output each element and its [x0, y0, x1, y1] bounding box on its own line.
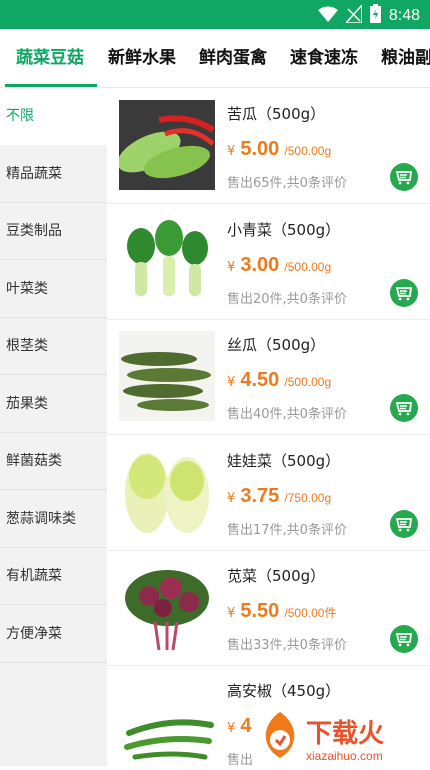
sidebar-item-bean-products[interactable]: 豆类制品 [0, 203, 107, 260]
add-to-cart-button[interactable] [390, 279, 418, 307]
price-value: 3.00 [240, 254, 280, 276]
cart-icon [395, 402, 413, 416]
tab-fruits[interactable]: 新鲜水果 [108, 43, 176, 68]
product-name: 苋菜（500g） [227, 567, 326, 585]
product-name: 丝瓜（500g） [227, 336, 326, 354]
product-name: 苦瓜（500g） [227, 105, 326, 123]
sales-info: 售出17件,共0条评价 [227, 523, 347, 538]
sidebar-item-mushrooms[interactable]: 鲜菌菇类 [0, 433, 107, 490]
svg-text:xiazaihuo.com: xiazaihuo.com [306, 749, 383, 763]
product-name: 高安椒（450g） [227, 682, 341, 700]
currency-symbol: ¥ [227, 375, 236, 390]
cart-icon [395, 171, 413, 185]
sales-info: 售出40件,共0条评价 [227, 407, 347, 422]
price-value: 3.75 [240, 485, 280, 507]
product-price: ¥ 3.00 /500.00g [227, 254, 331, 277]
sidebar-item-all[interactable]: 不限 [0, 88, 107, 145]
currency-symbol: ¥ [227, 606, 236, 621]
product-image-baby-cabbage [119, 447, 215, 537]
price-unit: /500.00g [284, 144, 332, 158]
product-item[interactable]: 苋菜（500g） ¥ 5.50 /500.00件 售出33件,共0条评价 [107, 550, 430, 666]
product-image-bok-choy [119, 216, 215, 306]
signal-icon [344, 2, 363, 27]
add-to-cart-button[interactable] [390, 163, 418, 191]
status-time: 8:48 [388, 6, 420, 24]
product-item[interactable]: 丝瓜（500g） ¥ 4.50 /500.00g 售出40件,共0条评价 [107, 319, 430, 435]
product-name: 小青菜（500g） [227, 221, 341, 239]
sidebar-item-root[interactable]: 根茎类 [0, 318, 107, 375]
product-item[interactable]: 小青菜（500g） ¥ 3.00 /500.00g 售出20件,共0条评价 [107, 204, 430, 320]
price-unit: /500.00件 [284, 606, 337, 620]
price-value: 5.50 [240, 600, 280, 622]
battery-icon [369, 4, 381, 27]
product-image-bitter-melon [117, 100, 215, 190]
cart-icon [395, 633, 413, 647]
active-tab-indicator [5, 84, 97, 87]
price-value: 5.00 [240, 138, 280, 160]
product-price: ¥ 3.75 /750.00g [227, 485, 331, 508]
product-price: ¥ 5.00 /500.00g [227, 138, 331, 161]
svg-text:下载火: 下载火 [306, 719, 384, 749]
currency-symbol: ¥ [227, 491, 236, 506]
product-list: 苦瓜（500g） ¥ 5.00 /500.00g 售出65件,共0条评价 小青菜… [107, 88, 430, 766]
tab-frozen-food[interactable]: 速食速冻 [290, 43, 358, 68]
product-item[interactable]: 娃娃菜（500g） ¥ 3.75 /750.00g 售出17件,共0条评价 [107, 435, 430, 551]
wifi-icon [317, 6, 338, 26]
product-image-green-pepper [119, 677, 215, 766]
tab-meat-eggs[interactable]: 鲜肉蛋禽 [199, 43, 267, 68]
tab-vegetables[interactable]: 蔬菜豆菇 [16, 43, 84, 68]
add-to-cart-button[interactable] [390, 394, 418, 422]
price-value: 4 [240, 715, 252, 737]
product-image-loofah [119, 331, 215, 421]
price-unit: /500.00g [284, 375, 332, 389]
product-name: 娃娃菜（500g） [227, 452, 341, 470]
product-price: ¥ 5.50 /500.00件 [227, 600, 336, 623]
product-price: ¥ 4 [227, 715, 252, 738]
product-image-amaranth [119, 562, 215, 652]
tab-grain-oil[interactable]: 粮油副 [381, 43, 430, 68]
sidebar-item-fruit-veg[interactable]: 茄果类 [0, 376, 107, 433]
product-item[interactable]: 苦瓜（500g） ¥ 5.00 /500.00g 售出65件,共0条评价 [107, 88, 430, 204]
sidebar-item-ready-cut[interactable]: 方便净菜 [0, 606, 107, 663]
sidebar-item-organic[interactable]: 有机蔬菜 [0, 548, 107, 605]
sidebar-item-leafy[interactable]: 叶菜类 [0, 261, 107, 318]
add-to-cart-button[interactable] [390, 510, 418, 538]
price-value: 4.50 [240, 369, 280, 391]
watermark-logo: 下载火 xiazaihuo.com [252, 706, 430, 766]
sales-info: 售出 [227, 753, 254, 766]
sidebar-item-seasoning[interactable]: 葱蒜调味类 [0, 491, 107, 548]
price-unit: /500.00g [284, 260, 332, 274]
currency-symbol: ¥ [227, 144, 236, 159]
sales-info: 售出33件,共0条评价 [227, 638, 347, 653]
price-unit: /750.00g [284, 491, 332, 505]
sales-info: 售出65件,共0条评价 [227, 176, 347, 191]
sales-info: 售出20件,共0条评价 [227, 292, 347, 307]
category-tabs: 蔬菜豆菇 新鲜水果 鲜肉蛋禽 速食速冻 粮油副 [0, 29, 430, 88]
sidebar-item-premium-vegetables[interactable]: 精品蔬菜 [0, 146, 107, 203]
cart-icon [395, 287, 413, 301]
status-bar: 8:48 [0, 0, 430, 29]
add-to-cart-button[interactable] [390, 625, 418, 653]
subcategory-sidebar: 不限 精品蔬菜 豆类制品 叶菜类 根茎类 茄果类 鲜菌菇类 葱蒜调味类 有机蔬菜… [0, 88, 107, 766]
currency-symbol: ¥ [227, 721, 236, 736]
product-price: ¥ 4.50 /500.00g [227, 369, 331, 392]
currency-symbol: ¥ [227, 260, 236, 275]
cart-icon [395, 518, 413, 532]
